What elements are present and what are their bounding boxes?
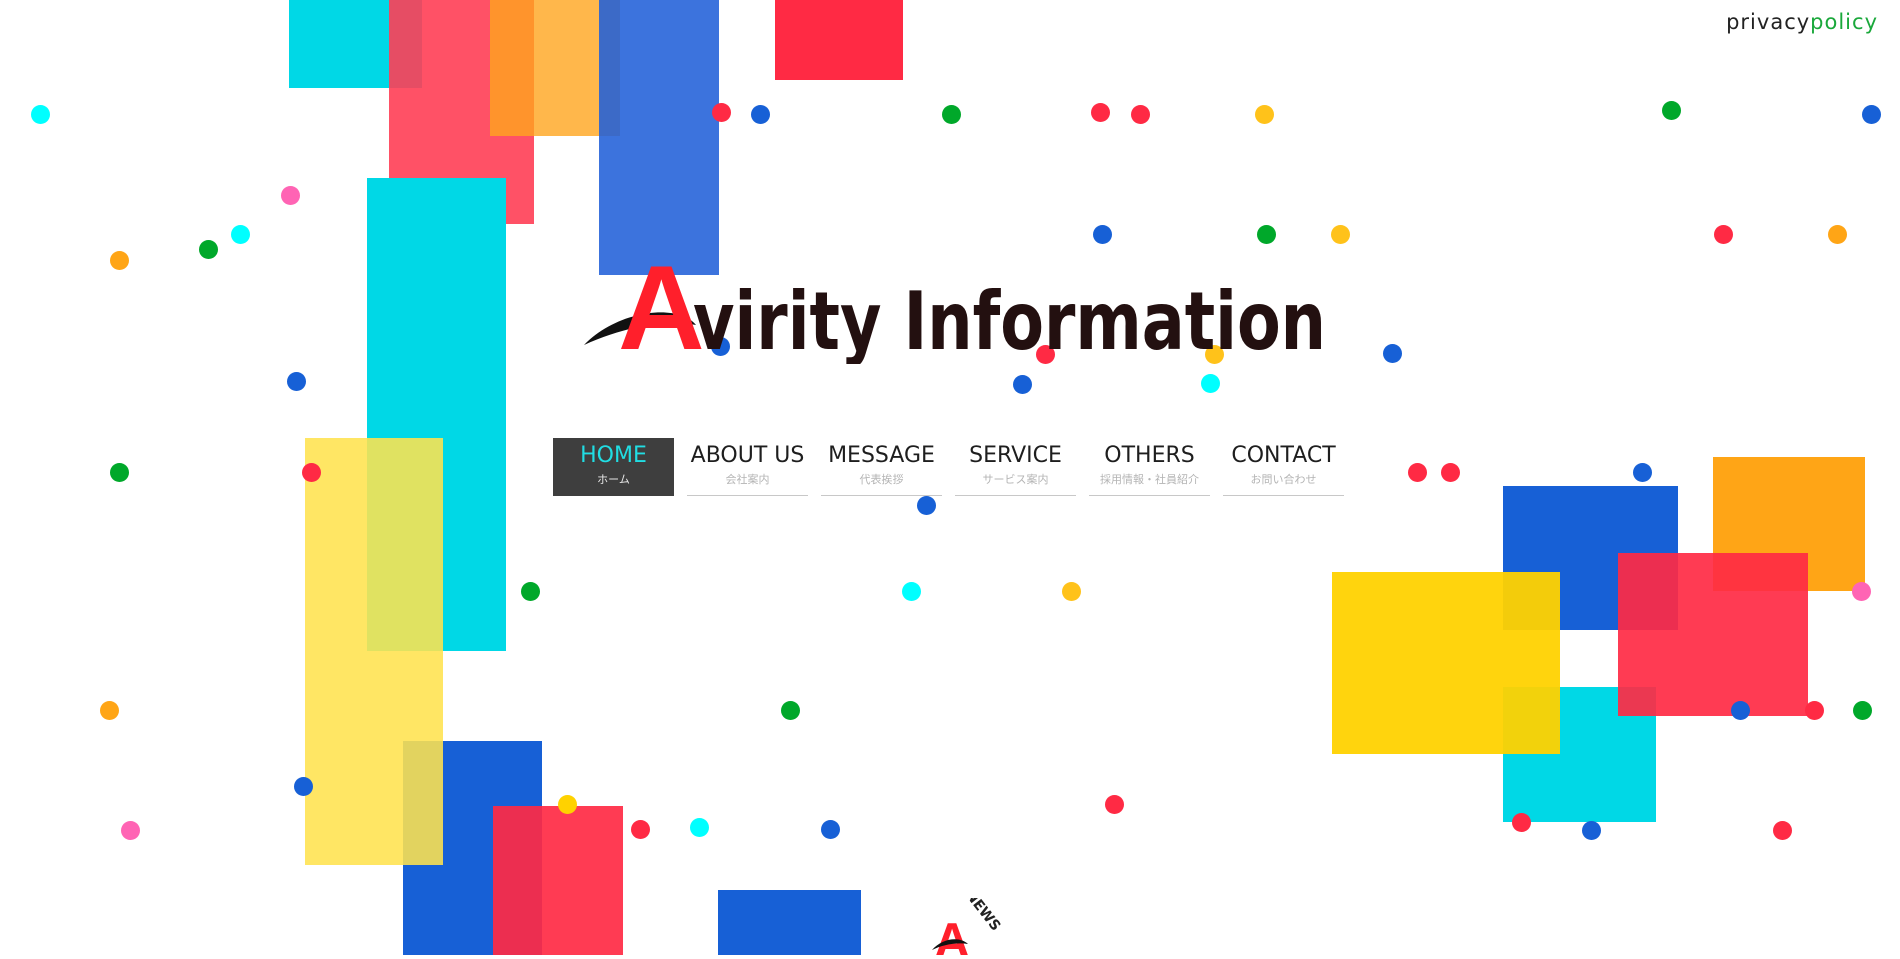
- confetti-dot: [1731, 701, 1750, 720]
- confetti-dot: [281, 186, 300, 205]
- confetti-dot: [781, 701, 800, 720]
- confetti-dot: [1862, 105, 1881, 124]
- confetti-dot: [712, 103, 731, 122]
- confetti-dot: [302, 463, 321, 482]
- site-logo-graphic: A virity Information: [584, 248, 1326, 364]
- nav-label: ABOUT US: [690, 443, 805, 468]
- confetti-dot: [1714, 225, 1733, 244]
- confetti-dot: [1105, 795, 1124, 814]
- main-nav: HOME ホーム ABOUT US 会社案内 MESSAGE 代表挨拶 SERV…: [553, 438, 1344, 496]
- nav-sublabel: 代表挨拶: [859, 473, 904, 486]
- news-badge[interactable]: A NEWS: [928, 887, 1008, 959]
- nav-item-about-us[interactable]: ABOUT US 会社案内: [687, 438, 808, 496]
- yellow-block: [403, 741, 443, 865]
- confetti-dot: [690, 818, 709, 837]
- confetti-dot: [1255, 105, 1274, 124]
- confetti-dot: [631, 820, 650, 839]
- confetti-dot: [1633, 463, 1652, 482]
- nav-sublabel: サービス案内: [982, 473, 1049, 486]
- confetti-dot: [821, 820, 840, 839]
- nav-item-home[interactable]: HOME ホーム: [553, 438, 674, 496]
- confetti-dot: [521, 582, 540, 601]
- confetti-dot: [1662, 101, 1681, 120]
- blue-block: [718, 890, 861, 955]
- confetti-dot: [287, 372, 306, 391]
- confetti-dot: [199, 240, 218, 259]
- nav-label: HOME: [580, 443, 647, 468]
- yellow-block: [1332, 572, 1560, 754]
- logo-initial: A: [618, 248, 705, 364]
- confetti-dot: [1331, 225, 1350, 244]
- privacy-link-word2: policy: [1810, 10, 1878, 34]
- nav-item-others[interactable]: OTHERS 採用情報・社員紹介: [1089, 438, 1210, 496]
- confetti-dot: [1828, 225, 1847, 244]
- confetti-dot: [1852, 582, 1871, 601]
- nav-sublabel: お問い合わせ: [1250, 473, 1317, 486]
- blue-block: [599, 0, 719, 275]
- nav-label: OTHERS: [1104, 443, 1195, 468]
- confetti-dot: [1013, 375, 1032, 394]
- confetti-dot: [917, 496, 936, 515]
- nav-sublabel: ホーム: [597, 473, 630, 486]
- confetti-dot: [1441, 463, 1460, 482]
- confetti-dot: [1131, 105, 1150, 124]
- news-badge-graphic: A NEWS: [932, 887, 1003, 959]
- confetti-dot: [1062, 582, 1081, 601]
- nav-label: CONTACT: [1231, 443, 1336, 468]
- privacy-link-word1: privacy: [1726, 10, 1811, 34]
- confetti-dot: [942, 105, 961, 124]
- nav-label: SERVICE: [969, 443, 1062, 468]
- nav-item-message[interactable]: MESSAGE 代表挨拶: [821, 438, 942, 496]
- red-block: [775, 0, 903, 80]
- confetti-dot: [1091, 103, 1110, 122]
- confetti-dot: [110, 463, 129, 482]
- red-block: [493, 806, 623, 955]
- confetti-dot: [1201, 374, 1220, 393]
- confetti-dot: [902, 582, 921, 601]
- confetti-dot: [31, 105, 50, 124]
- logo-wordmark: virity Information: [693, 275, 1326, 364]
- confetti-dot: [1582, 821, 1601, 840]
- nav-item-service[interactable]: SERVICE サービス案内: [955, 438, 1076, 496]
- confetti-dot: [231, 225, 250, 244]
- confetti-dot: [1257, 225, 1276, 244]
- confetti-dot: [1853, 701, 1872, 720]
- confetti-dot: [1093, 225, 1112, 244]
- site-logo[interactable]: A virity Information: [578, 248, 1338, 364]
- confetti-dot: [1512, 813, 1531, 832]
- confetti-dot: [1805, 701, 1824, 720]
- confetti-dot: [558, 795, 577, 814]
- confetti-dot: [1383, 344, 1402, 363]
- nav-sublabel: 会社案内: [725, 473, 770, 486]
- confetti-dot: [1773, 821, 1792, 840]
- privacy-policy-link[interactable]: privacypolicy: [1726, 10, 1878, 34]
- news-logo-initial: A: [934, 913, 970, 955]
- nav-item-contact[interactable]: CONTACT お問い合わせ: [1223, 438, 1344, 496]
- confetti-dot: [751, 105, 770, 124]
- confetti-dot: [294, 777, 313, 796]
- confetti-dot: [121, 821, 140, 840]
- nav-sublabel: 採用情報・社員紹介: [1100, 473, 1199, 486]
- confetti-dot: [100, 701, 119, 720]
- confetti-dot: [110, 251, 129, 270]
- nav-label: MESSAGE: [828, 443, 935, 468]
- confetti-dot: [1408, 463, 1427, 482]
- red-block: [1618, 553, 1808, 716]
